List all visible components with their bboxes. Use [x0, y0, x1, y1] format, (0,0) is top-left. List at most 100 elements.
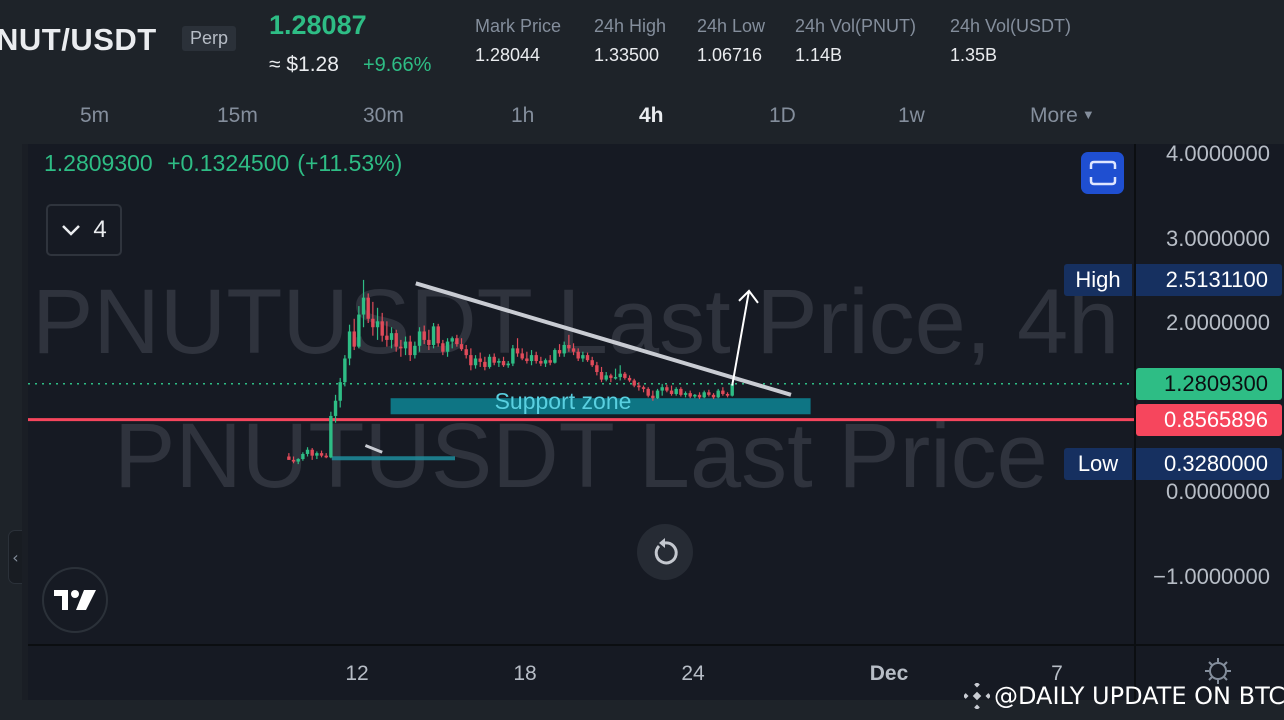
candle-body — [590, 360, 594, 366]
candle-body — [455, 338, 459, 345]
chevron-left-icon: ‹ — [12, 547, 19, 567]
drawing-toolbar-collapsed — [0, 144, 28, 700]
candle-body — [725, 393, 730, 396]
candle-body — [711, 394, 716, 398]
candle-body — [399, 346, 403, 349]
rotate-ccw-icon — [654, 538, 678, 565]
candle-body — [319, 453, 324, 456]
candle-body — [679, 388, 683, 395]
candle-body — [655, 390, 660, 399]
candle-body — [660, 387, 664, 391]
reset-chart-button[interactable] — [637, 524, 693, 580]
candle-body — [296, 459, 300, 462]
price-tick-label: 3.0000000 — [1166, 225, 1270, 251]
caret-down-icon: ▼ — [1081, 107, 1095, 122]
chevron-down-icon — [62, 225, 81, 236]
candle-body — [543, 360, 548, 364]
contract-type-badge: Perp — [182, 26, 237, 51]
breakout-arrow-shaft — [731, 290, 750, 386]
candle-body — [613, 377, 618, 379]
usd-equivalent: ≈ $1.28 — [269, 53, 339, 76]
candle-body — [469, 355, 473, 366]
fullscreen-button[interactable] — [1081, 152, 1124, 194]
stat-value: 1.14B — [795, 45, 843, 65]
indicator-count: 4 — [93, 216, 107, 243]
candle-body — [627, 377, 632, 381]
stat-24h-high: 24h High 1.33500 — [594, 16, 666, 66]
candle-body — [632, 380, 636, 386]
stat-label: 24h Vol(PNUT) — [795, 16, 917, 36]
tradingview-logo[interactable] — [42, 567, 108, 633]
stat-mark-price: Mark Price 1.28044 — [475, 16, 561, 66]
creator-handle: @DAILY UPDATE ON BTC — [994, 682, 1284, 710]
candle-body — [329, 415, 333, 458]
candle-body — [637, 385, 641, 388]
candle-body — [478, 358, 482, 362]
fullscreen-icon — [1089, 160, 1116, 186]
candle-body — [427, 339, 431, 345]
candle-body — [641, 387, 646, 389]
candle-body — [501, 361, 506, 366]
candle-body — [669, 390, 674, 394]
stat-24h-vol-base: 24h Vol(PNUT) 1.14B — [795, 16, 916, 66]
candle-body — [730, 383, 734, 396]
tab-30m[interactable]: 30m — [363, 104, 404, 128]
legend-close: 1.2809300 — [44, 150, 153, 176]
interval-tabs: 5m 15m 30m 1h 4h 1D 1w More ▼ — [0, 88, 1284, 144]
ohlc-legend: 1.2809300 +0.1324500 (+11.53%) — [44, 150, 410, 177]
candle-body — [436, 326, 440, 344]
tab-4h[interactable]: 4h — [639, 104, 664, 128]
candle-body — [534, 355, 538, 362]
candle-body — [618, 373, 622, 378]
symbol-title[interactable]: NUT/USDT — [0, 22, 157, 58]
expand-toolbar-button[interactable]: ‹ — [8, 530, 22, 584]
indicator-toggle-button[interactable]: 4 — [46, 204, 122, 256]
last-price-tag: 1.2809300 — [1136, 367, 1282, 400]
candle-body — [539, 361, 543, 364]
candle-body — [487, 356, 492, 367]
candle-body — [609, 375, 613, 378]
candle-body — [511, 348, 515, 364]
tab-15m[interactable]: 15m — [217, 104, 258, 128]
candle-body — [445, 341, 450, 352]
price-change-percent: +9.66% — [363, 54, 432, 76]
low-price-tag: 0.3280000 — [1136, 448, 1282, 481]
stat-value: 1.28044 — [475, 45, 541, 65]
tradingview-icon — [54, 590, 96, 610]
tab-1d[interactable]: 1D — [769, 104, 796, 128]
more-label: More — [1030, 104, 1078, 127]
support-zone-label: Support zone — [494, 388, 632, 415]
candle-body — [431, 326, 436, 345]
candle-body — [366, 297, 370, 319]
candle-body — [483, 361, 487, 367]
tab-1w[interactable]: 1w — [898, 104, 925, 128]
time-tick-label: 18 — [513, 662, 537, 685]
candle-body — [702, 392, 706, 398]
price-axis[interactable]: 4.0000000 3.0000000 2.0000000 0.0000000 −1.0… — [1134, 141, 1284, 644]
stat-label: 24h Vol(USDT) — [950, 16, 1072, 36]
chart-pane[interactable]: PNUTUSDT Last Price, 4h PNUTUSDT Last Pr… — [28, 144, 1134, 644]
candle-body — [553, 350, 557, 363]
candle-body — [310, 449, 314, 456]
low-label: Low — [1064, 448, 1132, 481]
candle-body — [665, 387, 669, 391]
candle-body — [515, 348, 520, 354]
candle-body — [441, 343, 445, 352]
candle-body — [567, 344, 571, 349]
small-trendline — [364, 444, 383, 454]
candle-body — [646, 388, 650, 396]
candle-body — [389, 333, 394, 340]
price-tick-label: 0.0000000 — [1166, 479, 1270, 504]
candle-body — [380, 321, 384, 336]
candle-body — [623, 373, 627, 378]
tab-1h[interactable]: 1h — [511, 104, 534, 128]
candle-body — [338, 382, 342, 401]
horizontal-line-price-tag: 0.8565896 — [1136, 403, 1282, 436]
time-tick-label: 24 — [681, 662, 705, 685]
candle-body — [333, 400, 338, 416]
tab-5m[interactable]: 5m — [80, 104, 109, 128]
tab-more[interactable]: More ▼ — [1030, 104, 1095, 128]
stat-label: 24h Low — [697, 16, 766, 36]
candle-body — [585, 355, 590, 361]
stat-value: 1.06716 — [697, 45, 763, 65]
